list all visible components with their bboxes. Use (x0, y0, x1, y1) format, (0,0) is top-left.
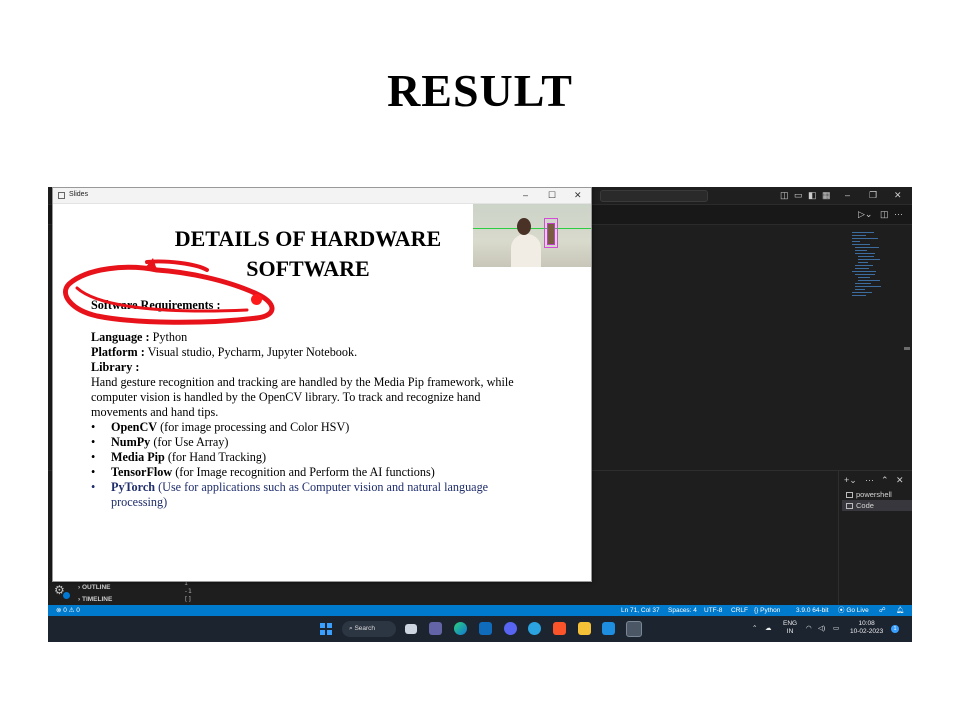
close-icon[interactable]: ✕ (894, 190, 902, 201)
bell-icon[interactable]: 🔔︎ (896, 605, 904, 616)
platform-line: Platform : Visual studio, Pycharm, Jupyt… (91, 345, 358, 359)
eol-status[interactable]: CRLF (731, 605, 748, 616)
edge-icon[interactable] (454, 622, 467, 635)
outline-section[interactable]: › OUTLINE (78, 584, 111, 591)
file-explorer-icon[interactable] (578, 622, 591, 635)
tracking-line (473, 228, 591, 229)
bullet: • (91, 435, 96, 449)
laser-pointer-dot (251, 294, 262, 305)
teams-icon[interactable] (429, 622, 442, 635)
python-interpreter[interactable]: 3.9.0 64-bit (796, 605, 829, 616)
library-line: Library : (91, 360, 140, 374)
library-desc-line: Hand gesture recognition and tracking ar… (91, 375, 514, 389)
customize-layout-icon[interactable]: ▦ (822, 190, 831, 201)
slide-title: RESULT (387, 65, 573, 116)
terminal-list-divider (838, 471, 839, 605)
person-head (517, 218, 531, 235)
terminal-icon (846, 492, 853, 498)
mail-icon[interactable] (479, 622, 492, 635)
bullet-item-mediapip: Media Pip (for Hand Tracking) (111, 450, 267, 464)
status-bar: ⊗ 0 ⚠ 0 Ln 71, Col 37 Spaces: 4 UTF-8 CR… (48, 605, 912, 616)
bullet: • (91, 420, 96, 434)
minimap[interactable] (852, 232, 882, 342)
vscode-command-search[interactable] (600, 190, 708, 202)
timeline-section[interactable]: › TIMELINE (78, 596, 112, 603)
clock[interactable]: 10:08 10-02-2023 (850, 620, 883, 636)
close-panel-icon[interactable]: ✕ (896, 475, 904, 486)
bullet: • (91, 480, 96, 494)
maximize-button[interactable]: ☐ (548, 190, 556, 201)
discord-icon[interactable] (504, 622, 517, 635)
chevron-up-icon[interactable]: ⌃ (752, 624, 757, 632)
taskbar: ⌕ Search ⌃ ☁ ENG IN ◠ ◁) ▭ 10:08 10-02-202… (48, 616, 912, 642)
secondary-sidebar-icon[interactable]: ◧ (808, 190, 817, 201)
cloud-icon[interactable]: ☁ (765, 624, 772, 632)
bullet-item-pytorch: PyTorch (Use for applications such as Co… (111, 480, 489, 494)
vscode-icon[interactable] (602, 622, 615, 635)
more-actions-icon[interactable]: ··· (894, 209, 903, 219)
library-desc-line: computer vision is handled by the OpenCV… (91, 390, 481, 404)
library-desc-line: movements and hand tips. (91, 405, 219, 419)
bullet-item-opencv: OpenCV (for image processing and Color H… (111, 420, 350, 434)
window-title: Slides (69, 191, 89, 198)
desktop-screenshot: ◫ ▭ ◧ ▦ – ❐ ✕ ▷⌄ ◫ ··· +⌄ ··· ⌃ ✕ powers… (48, 187, 912, 642)
terminal-output: [] (184, 595, 192, 603)
slides-window: Slides – ☐ ✕ DETAILS OF HARDWARE SOFTWAR… (52, 187, 592, 582)
update-badge (63, 592, 70, 599)
close-button[interactable]: ✕ (574, 190, 582, 201)
indentation-status[interactable]: Spaces: 4 (668, 605, 697, 616)
terminal-output: -1 (184, 587, 192, 595)
problems-status[interactable]: ⊗ 0 ⚠ 0 (56, 605, 80, 616)
panel-more-icon[interactable]: ··· (865, 475, 874, 485)
feedback-icon[interactable]: ☍ (879, 605, 886, 616)
terminal-item-powershell[interactable]: powershell (842, 489, 912, 500)
wifi-icon[interactable]: ◠ (806, 624, 812, 632)
run-icon[interactable]: ▷⌄ (858, 209, 872, 220)
terminal-icon (846, 503, 853, 509)
new-terminal-icon[interactable]: +⌄ (844, 475, 857, 486)
maximize-panel-icon[interactable]: ⌃ (881, 475, 889, 486)
brave-icon[interactable] (553, 622, 566, 635)
layout-toggle-icon[interactable]: ◫ (780, 190, 789, 201)
language-indicator[interactable]: ENG IN (783, 620, 797, 636)
bullet: • (91, 465, 96, 479)
minimize-icon[interactable]: – (845, 190, 850, 200)
split-editor-icon[interactable]: ◫ (880, 209, 889, 220)
restore-icon[interactable]: ❐ (869, 190, 877, 201)
language-mode[interactable]: {} Python (754, 605, 780, 616)
windows-start-icon[interactable] (320, 623, 332, 635)
webcam-preview (473, 204, 591, 267)
bullet-item-numpy: NumPy (for Use Array) (111, 435, 229, 449)
minimize-button[interactable]: – (523, 190, 528, 200)
panel-toggle-icon[interactable]: ▭ (794, 190, 803, 201)
telegram-icon[interactable] (528, 622, 541, 635)
taskbar-search[interactable]: ⌕ Search (342, 621, 396, 637)
editor-scrollbar[interactable] (904, 347, 910, 350)
battery-icon[interactable]: ▭ (833, 624, 839, 632)
golive-button[interactable]: ⦿ Go Live (838, 605, 869, 616)
bullet: • (91, 450, 96, 464)
notification-badge[interactable]: 1 (891, 625, 899, 633)
task-view-icon[interactable] (405, 624, 417, 634)
terminal-item-code[interactable]: Code (842, 500, 912, 511)
volume-icon[interactable]: ◁) (818, 624, 825, 632)
python-app-icon[interactable] (626, 621, 642, 637)
bullet-item-pytorch-cont: processing) (111, 495, 168, 509)
person-figure (511, 234, 541, 267)
encoding-status[interactable]: UTF-8 (704, 605, 722, 616)
bullet-item-tensorflow: TensorFlow (for Image recognition and Pe… (111, 465, 435, 479)
hand-detection-box (544, 218, 558, 248)
slides-window-titlebar[interactable]: Slides – ☐ ✕ (53, 188, 591, 204)
system-tray: ⌃ ☁ ENG IN ◠ ◁) ▭ 10:08 10-02-2023 (748, 616, 912, 642)
cursor-position[interactable]: Ln 71, Col 37 (621, 605, 660, 616)
app-icon (58, 192, 65, 199)
